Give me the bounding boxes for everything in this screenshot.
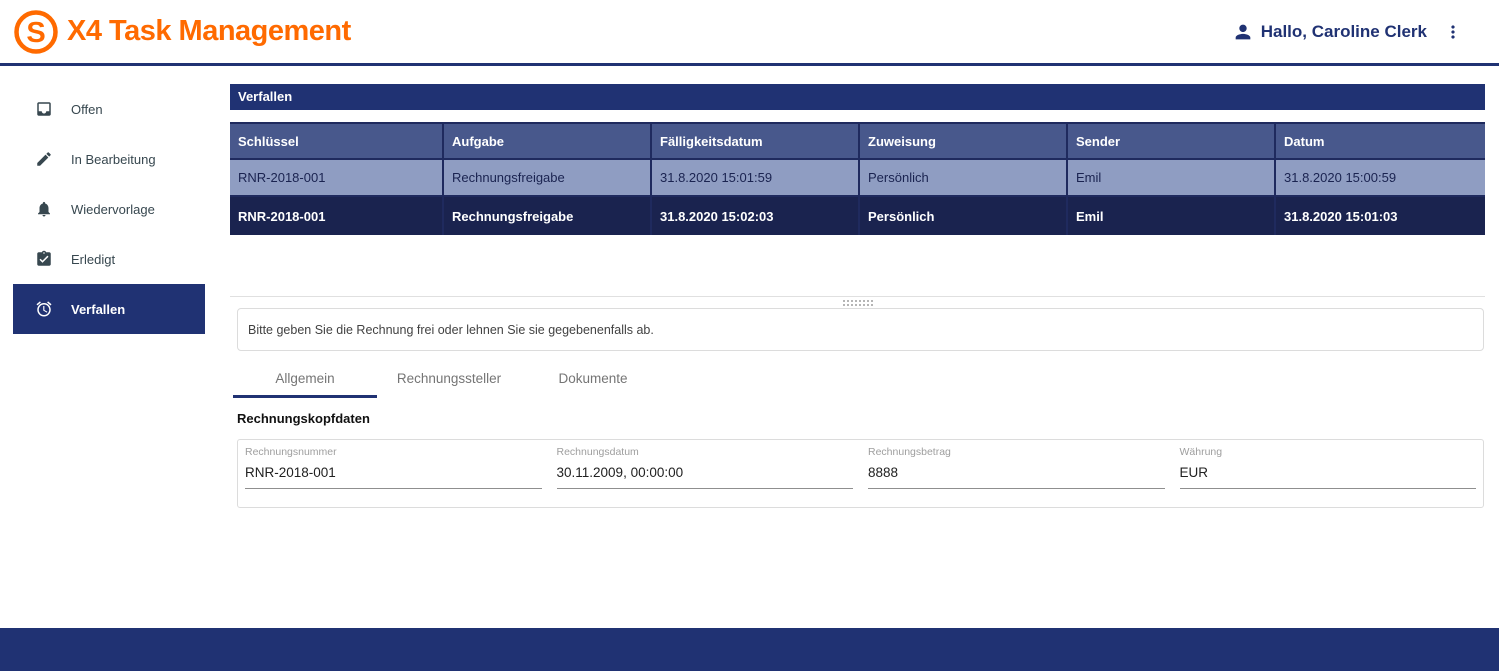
table-body: RNR-2018-001Rechnungsfreigabe31.8.2020 1… [230,160,1485,235]
sidebar-item-label: Erledigt [71,252,115,267]
invoice-fields-box: Rechnungsnummer RNR-2018-001 Rechnungsda… [237,439,1484,508]
splitter-handle[interactable] [843,300,873,306]
tab-dokumente[interactable]: Dokumente [521,362,665,398]
table-cell: RNR-2018-001 [230,160,444,195]
column-header-datum[interactable]: Datum [1276,124,1485,158]
inbox-icon [35,100,53,118]
sidebar-item-label: Wiedervorlage [71,202,155,217]
field-label: Rechnungsdatum [557,446,854,458]
sidebar-item-offen[interactable]: Offen [13,84,205,134]
sidebar-item-in-bearbeitung[interactable]: In Bearbeitung [13,134,205,184]
table-row[interactable]: RNR-2018-001Rechnungsfreigabe31.8.2020 1… [230,197,1485,235]
sidebar-item-verfallen[interactable]: Verfallen [13,284,205,334]
user-greeting: Hallo, Caroline Clerk [1261,22,1427,42]
table-cell: Emil [1068,160,1276,195]
pencil-icon [35,150,53,168]
field-rechnungsbetrag: Rechnungsbetrag 8888 [867,446,1166,489]
user-area: Hallo, Caroline Clerk [1232,21,1463,43]
field-w-hrung: Währung EUR [1179,446,1478,489]
table-header-row: SchlüsselAufgabeFälligkeitsdatumZuweisun… [230,122,1485,160]
field-value[interactable]: 30.11.2009, 00:00:00 [557,465,854,489]
alarm-clock-icon [35,300,53,318]
main-panel: Verfallen SchlüsselAufgabeFälligkeitsdat… [230,69,1485,508]
sidebar-item-label: In Bearbeitung [71,152,156,167]
app-title: X4 Task Management [67,15,351,48]
sidebar-item-erledigt[interactable]: Erledigt [13,234,205,284]
task-table: SchlüsselAufgabeFälligkeitsdatumZuweisun… [230,122,1485,235]
table-cell: Rechnungsfreigabe [444,160,652,195]
field-label: Währung [1180,446,1477,458]
field-value[interactable]: RNR-2018-001 [245,465,542,489]
user-icon [1232,21,1254,43]
table-cell: 31.8.2020 15:01:03 [1276,197,1485,235]
column-header-zuweisung[interactable]: Zuweisung [860,124,1068,158]
field-value[interactable]: 8888 [868,465,1165,489]
app-logo-icon: S [14,10,58,54]
instruction-card: Bitte geben Sie die Rechnung frei oder l… [237,308,1484,351]
field-value[interactable]: EUR [1180,465,1477,489]
column-header-f-lligkeitsdatum[interactable]: Fälligkeitsdatum [652,124,860,158]
bell-icon [35,200,53,218]
clipboard-check-icon [35,250,53,268]
field-rechnungsnummer: Rechnungsnummer RNR-2018-001 [244,446,543,489]
table-row[interactable]: RNR-2018-001Rechnungsfreigabe31.8.2020 1… [230,160,1485,197]
footer-bar [0,628,1499,671]
sidebar-item-label: Offen [71,102,103,117]
sidebar-item-label: Verfallen [71,302,125,317]
instruction-text: Bitte geben Sie die Rechnung frei oder l… [248,323,654,337]
table-cell: Rechnungsfreigabe [444,197,652,235]
svg-text:S: S [26,17,45,49]
field-label: Rechnungsbetrag [868,446,1165,458]
app-header: S X4 Task Management Hallo, Caroline Cle… [0,0,1499,66]
kebab-menu-icon[interactable] [1443,22,1463,42]
field-rechnungsdatum: Rechnungsdatum 30.11.2009, 00:00:00 [556,446,855,489]
table-cell: Emil [1068,197,1276,235]
table-cell: RNR-2018-001 [230,197,444,235]
column-header-sender[interactable]: Sender [1068,124,1276,158]
column-header-aufgabe[interactable]: Aufgabe [444,124,652,158]
sidebar-item-wiedervorlage[interactable]: Wiedervorlage [13,184,205,234]
field-label: Rechnungsnummer [245,446,542,458]
detail-tabs: AllgemeinRechnungsstellerDokumente [233,362,1485,398]
table-cell: Persönlich [860,160,1068,195]
table-cell: 31.8.2020 15:00:59 [1276,160,1485,195]
panel-title: Verfallen [230,84,1485,110]
splitter [230,296,1485,308]
sidebar-nav: Offen In Bearbeitung Wiedervorlage Erled… [0,69,230,334]
table-cell: Persönlich [860,197,1068,235]
tab-rechnungssteller[interactable]: Rechnungssteller [377,362,521,398]
table-cell: 31.8.2020 15:01:59 [652,160,860,195]
tab-allgemein[interactable]: Allgemein [233,362,377,398]
column-header-schl-ssel[interactable]: Schlüssel [230,124,444,158]
table-cell: 31.8.2020 15:02:03 [652,197,860,235]
section-title: Rechnungskopfdaten [237,411,1485,426]
